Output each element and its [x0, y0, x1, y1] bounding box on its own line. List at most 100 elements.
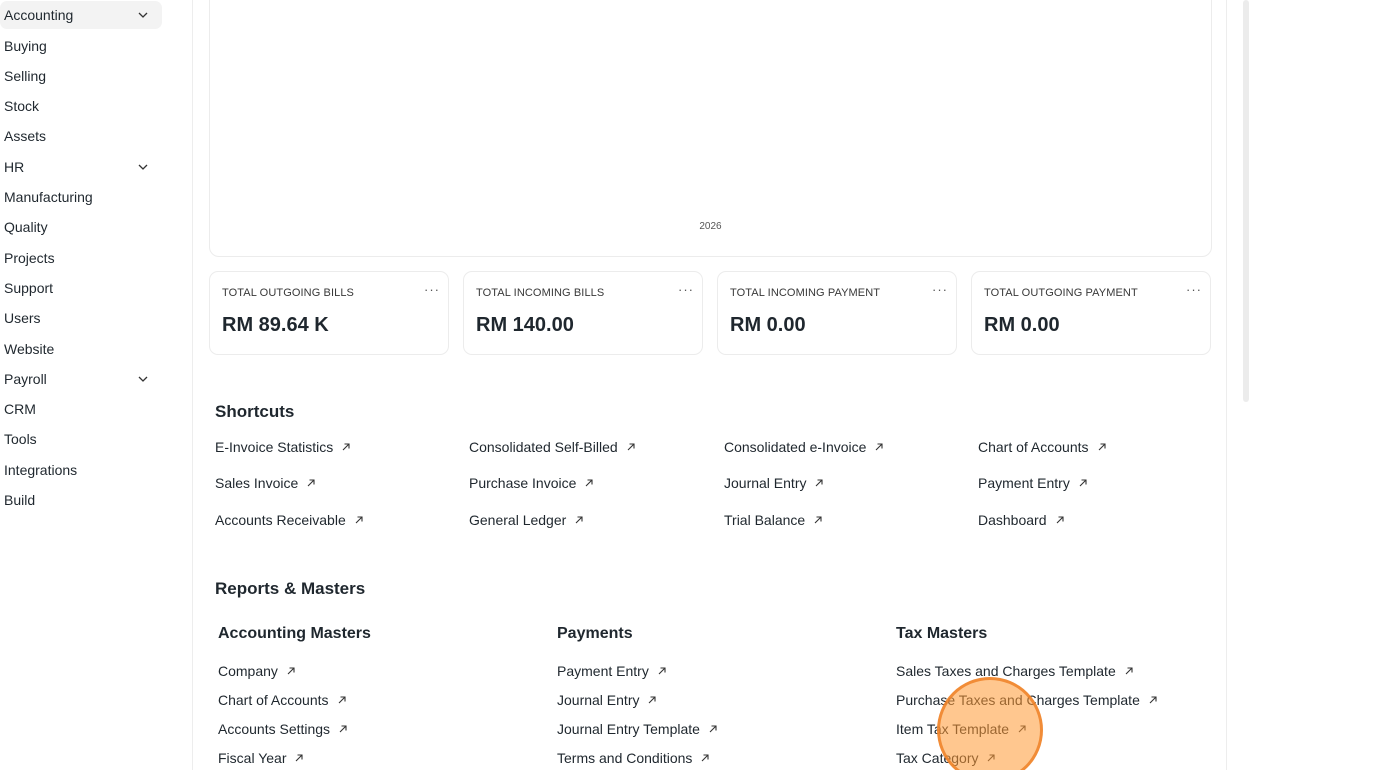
card-menu-icon[interactable]: ···	[932, 282, 948, 297]
report-link[interactable]: Payment Entry	[557, 663, 667, 679]
report-label: Sales Taxes and Charges Template	[896, 663, 1116, 679]
sidebar-item-support[interactable]: Support	[0, 274, 162, 302]
sidebar-item-payroll[interactable]: Payroll	[0, 365, 162, 393]
sidebar-item-buying[interactable]: Buying	[0, 32, 162, 60]
shortcut-link[interactable]: Chart of Accounts	[978, 439, 1107, 455]
report-label: Chart of Accounts	[218, 692, 329, 708]
sidebar-item-selling[interactable]: Selling	[0, 62, 162, 90]
shortcut-label: Trial Balance	[724, 512, 806, 528]
number-card-value: RM 140.00	[476, 314, 574, 336]
report-link[interactable]: Tax Category	[896, 750, 996, 766]
number-card-title: TOTAL INCOMING PAYMENT	[730, 287, 881, 299]
shortcut-link[interactable]: Trial Balance	[724, 512, 823, 528]
shortcut-link[interactable]: Accounts Receivable	[215, 512, 364, 528]
arrow-up-right-icon	[709, 725, 717, 733]
report-link[interactable]: Terms and Conditions	[557, 750, 710, 766]
shortcut-label: Consolidated e-Invoice	[724, 439, 867, 455]
report-link[interactable]: Company	[218, 663, 296, 679]
report-link[interactable]: Chart of Accounts	[218, 692, 347, 708]
sidebar-item-integrations[interactable]: Integrations	[0, 456, 162, 484]
sidebar-item-assets[interactable]: Assets	[0, 122, 162, 150]
card-group-title: Payments	[557, 625, 633, 642]
card-menu-icon[interactable]: ···	[678, 282, 694, 297]
report-label: Tax Category	[896, 750, 979, 766]
arrow-up-right-icon	[816, 479, 824, 487]
shortcut-link[interactable]: Purchase Invoice	[469, 475, 594, 491]
arrow-up-right-icon	[814, 516, 822, 524]
number-card: TOTAL OUTGOING BILLS ··· RM 89.64 K	[209, 271, 449, 355]
number-card: TOTAL INCOMING BILLS ··· RM 140.00	[463, 271, 703, 355]
arrow-up-right-icon	[1098, 443, 1106, 451]
chevron-down-icon[interactable]	[136, 160, 150, 174]
card-menu-icon[interactable]: ···	[1186, 282, 1202, 297]
report-link[interactable]: Purchase Taxes and Charges Template	[896, 692, 1158, 708]
sidebar-item-label: Accounting	[4, 7, 74, 23]
shortcut-link[interactable]: Payment Entry	[978, 475, 1088, 491]
report-label: Company	[218, 663, 278, 679]
sidebar-item-label: HR	[4, 159, 25, 175]
arrow-up-right-icon	[1018, 725, 1026, 733]
number-card-title: TOTAL OUTGOING BILLS	[222, 287, 354, 299]
sidebar-item-stock[interactable]: Stock	[0, 92, 162, 120]
report-label: Payment Entry	[557, 663, 649, 679]
sidebar-item-crm[interactable]: CRM	[0, 395, 162, 423]
sidebar-item-tools[interactable]: Tools	[0, 425, 162, 453]
sidebar-item-users[interactable]: Users	[0, 304, 162, 332]
sidebar-item-projects[interactable]: Projects	[0, 244, 162, 272]
shortcut-link[interactable]: Sales Invoice	[215, 475, 316, 491]
sidebar-item-label: Users	[4, 310, 41, 326]
sidebar-item-hr[interactable]: HR	[0, 153, 162, 181]
sidebar-item-label: Stock	[4, 98, 40, 114]
shortcut-link[interactable]: Dashboard	[978, 512, 1065, 528]
sidebar-item-label: Selling	[4, 68, 47, 84]
sidebar-item-label: Projects	[4, 250, 55, 266]
number-card-title: TOTAL INCOMING BILLS	[476, 287, 605, 299]
sidebar-item-quality[interactable]: Quality	[0, 213, 162, 241]
card-group-title: Tax Masters	[896, 625, 988, 642]
chevron-down-icon[interactable]	[136, 8, 150, 22]
scrollbar[interactable]	[1243, 0, 1249, 402]
card-menu-icon[interactable]: ···	[424, 282, 440, 297]
shortcut-label: Chart of Accounts	[978, 439, 1089, 455]
sidebar-item-label: Support	[4, 280, 54, 296]
report-link[interactable]: Journal Entry Template	[557, 721, 718, 737]
sidebar-item-label: Manufacturing	[4, 189, 93, 205]
report-link[interactable]: Journal Entry	[557, 692, 657, 708]
number-card-value: RM 0.00	[984, 314, 1060, 336]
report-link[interactable]: Sales Taxes and Charges Template	[896, 663, 1134, 679]
sidebar-item-label: Assets	[4, 128, 47, 144]
sidebar-item-label: CRM	[4, 401, 36, 417]
report-label: Purchase Taxes and Charges Template	[896, 692, 1140, 708]
arrow-up-right-icon	[307, 479, 315, 487]
arrow-up-right-icon	[586, 479, 593, 487]
shortcut-link[interactable]: Journal Entry	[724, 475, 824, 491]
sidebar-item-label: Quality	[4, 219, 48, 235]
shortcut-link[interactable]: E-Invoice Statistics	[215, 439, 351, 455]
report-label: Item Tax Template	[896, 721, 1010, 737]
shortcut-label: Consolidated Self-Billed	[469, 439, 618, 455]
shortcut-label: Sales Invoice	[215, 475, 299, 491]
report-link[interactable]: Fiscal Year	[218, 750, 304, 766]
report-link[interactable]: Accounts Settings	[218, 721, 348, 737]
arrow-up-right-icon	[876, 443, 883, 451]
arrow-up-right-icon	[988, 754, 996, 762]
chart-x-label: 2026	[699, 221, 722, 232]
arrow-up-right-icon	[658, 667, 666, 675]
chevron-down-icon[interactable]	[136, 372, 150, 386]
sidebar-item-manufacturing[interactable]: Manufacturing	[0, 183, 162, 211]
arrow-up-right-icon	[702, 754, 709, 762]
shortcut-link[interactable]: Consolidated e-Invoice	[724, 439, 884, 455]
arrow-up-right-icon	[355, 516, 363, 524]
report-link[interactable]: Item Tax Template	[896, 721, 1027, 737]
sidebar-item-accounting[interactable]: Accounting	[0, 1, 162, 29]
sidebar-item-label: Integrations	[4, 462, 78, 478]
shortcut-link[interactable]: General Ledger	[469, 512, 584, 528]
number-card-title: TOTAL OUTGOING PAYMENT	[984, 287, 1138, 299]
arrow-up-right-icon	[627, 443, 635, 451]
sidebar-item-build[interactable]: Build	[0, 486, 162, 514]
reports-masters-title: Reports & Masters	[215, 579, 366, 598]
sidebar-item-label: Build	[4, 492, 36, 508]
sidebar-item-website[interactable]: Website	[0, 335, 162, 363]
report-label: Fiscal Year	[218, 750, 287, 766]
shortcut-link[interactable]: Consolidated Self-Billed	[469, 439, 636, 455]
